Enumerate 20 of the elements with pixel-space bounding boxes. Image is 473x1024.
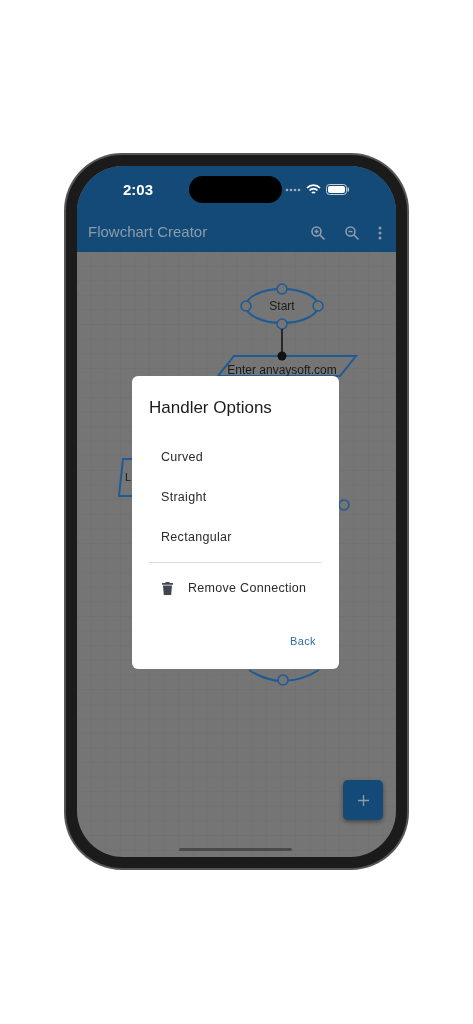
- option-item[interactable]: Curved: [149, 437, 322, 478]
- app-title: Flowchart Creator: [88, 222, 208, 243]
- back-button[interactable]: Back: [283, 628, 322, 653]
- flowchart-node[interactable]: [248, 669, 320, 686]
- status-time: 2:03: [123, 180, 154, 201]
- flowchart-node[interactable]: L: [117, 458, 134, 497]
- more-options-icon[interactable]: [378, 225, 382, 240]
- option-item[interactable]: Rectangular: [149, 517, 322, 558]
- battery-icon: [326, 184, 350, 195]
- dialog-title: Handler Options: [149, 397, 273, 419]
- remove-connection-item[interactable]: Remove Connection: [149, 562, 322, 615]
- wifi-icon: [306, 184, 321, 195]
- connection-handle[interactable]: [338, 499, 350, 511]
- trash-icon: [162, 582, 173, 595]
- signal-icon: [285, 187, 301, 192]
- option-item[interactable]: Straight: [149, 477, 322, 518]
- zoom-out-icon[interactable]: [344, 224, 360, 241]
- plus-icon: [357, 794, 369, 806]
- zoom-in-icon[interactable]: [310, 224, 326, 241]
- connector-line[interactable]: [277, 328, 287, 361]
